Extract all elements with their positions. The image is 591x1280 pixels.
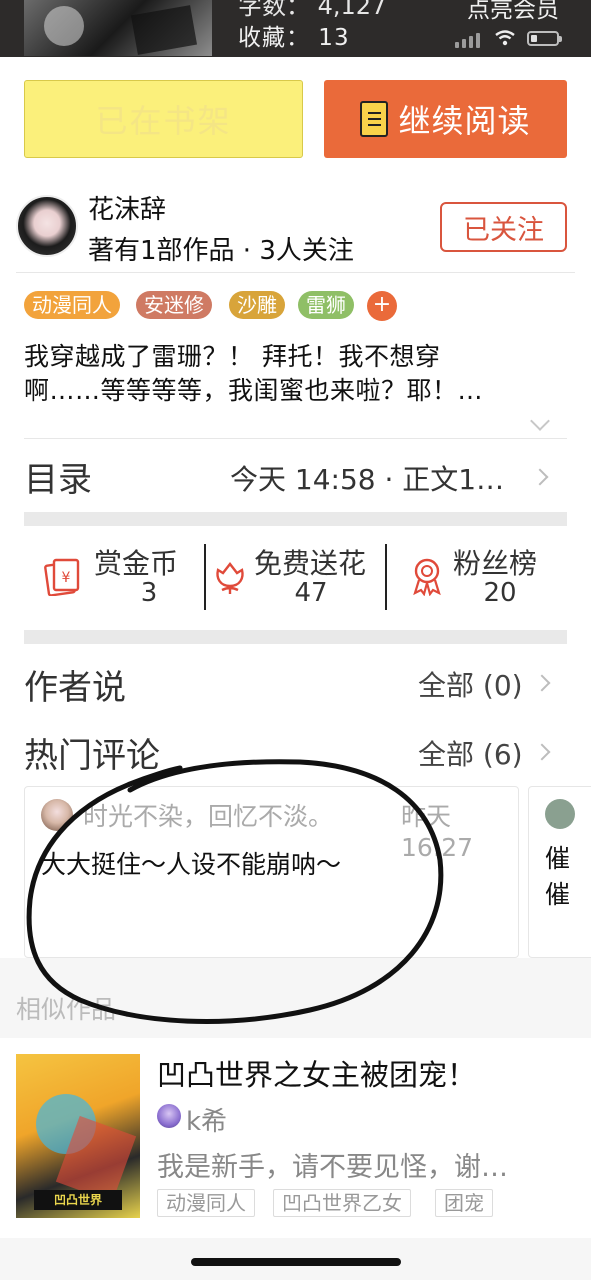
comment-card[interactable]: 时光不染，回忆不淡。 昨天 16:27 大大挺住～人设不能崩呐～ — [24, 786, 519, 958]
author-says-title[interactable]: 作者说 — [24, 660, 126, 709]
book-cover-thumbnail[interactable] — [24, 0, 212, 56]
author-avatar[interactable] — [16, 195, 78, 257]
author-name[interactable]: 花沫辞 — [88, 189, 166, 226]
similar-tag[interactable]: 团宠 — [435, 1189, 493, 1217]
signal-bar — [476, 33, 480, 48]
similar-tag[interactable]: 凹凸世界乙女 — [273, 1189, 411, 1217]
stat-divider — [385, 544, 387, 610]
author-info: 著有1部作品 · 3人关注 — [88, 236, 354, 266]
book-header: 字数： 4,127 收藏： 13 点亮会员 — [0, 0, 591, 57]
summary-line: 啊……等等等等，我闺蜜也来啦？耶！… — [24, 376, 484, 405]
commenter-avatar[interactable] — [545, 799, 575, 829]
in-bookshelf-label: 已在书架 — [95, 102, 232, 140]
favorites-count: 收藏： 13 — [238, 25, 350, 51]
following-button[interactable]: 已关注 — [440, 202, 567, 252]
commenter-avatar[interactable] — [41, 799, 73, 831]
author-says-all-link[interactable]: 全部 (0) — [418, 664, 523, 704]
svg-text:¥: ¥ — [62, 570, 71, 586]
chevron-right-icon[interactable] — [533, 743, 551, 761]
section-separator — [24, 630, 567, 644]
stat-label: 赏金币 — [94, 547, 179, 580]
similar-book-cover[interactable]: 凹凸世界 — [16, 1054, 140, 1218]
signal-bar — [469, 36, 473, 48]
home-indicator[interactable] — [191, 1258, 401, 1266]
book-summary[interactable]: 我穿越成了雷珊？！ 拜托！我不想穿 啊……等等等等，我闺蜜也来啦？耶！… — [24, 340, 569, 408]
comment-time: 昨天 16:27 — [401, 802, 474, 862]
reward-coins-stat[interactable]: ¥ 赏金币 3 — [28, 540, 210, 610]
comment-text: 催 — [545, 880, 571, 909]
flower-icon — [216, 562, 244, 594]
chevron-right-icon[interactable] — [533, 674, 551, 692]
comment-text: 催 — [545, 844, 571, 873]
section-separator — [24, 512, 567, 526]
tag-chip[interactable]: 雷狮 — [298, 291, 354, 319]
comment-card[interactable]: 催 催 — [528, 786, 591, 958]
stat-value: 47 — [294, 578, 328, 608]
similar-book-description: 我是新手，请不要见怪，谢… — [157, 1152, 508, 1183]
summary-line: 我穿越成了雷珊？！ 拜托！我不想穿 — [24, 342, 441, 371]
catalog-title[interactable]: 目录 — [24, 452, 92, 501]
divider — [16, 272, 575, 273]
stat-value: 20 — [483, 578, 517, 608]
battery-icon — [527, 31, 562, 46]
stat-value: 3 — [140, 578, 158, 608]
wifi-icon — [495, 30, 515, 46]
send-flowers-stat[interactable]: 免费送花 47 — [196, 540, 378, 610]
stat-label: 粉丝榜 — [453, 547, 538, 580]
status-bar-icons — [455, 28, 565, 48]
continue-reading-button[interactable]: 继续阅读 — [324, 80, 567, 158]
hot-comments-all-link[interactable]: 全部 (6) — [418, 733, 523, 773]
similar-works-title: 相似作品 — [16, 995, 117, 1024]
similar-author-avatar — [157, 1104, 181, 1128]
stat-label: 免费送花 — [254, 547, 367, 580]
red-envelope-icon: ¥ — [44, 558, 80, 596]
latest-chapter[interactable]: 今天 14:58 · 正文1… — [230, 458, 530, 498]
expand-summary-chevron-icon[interactable] — [530, 411, 550, 431]
commenter-name[interactable]: 时光不染，回忆不淡。 — [83, 797, 333, 833]
signal-bar — [462, 39, 466, 48]
in-bookshelf-button[interactable]: 已在书架 — [24, 80, 303, 158]
similar-book-title[interactable]: 凹凸世界之女主被团宠！ — [157, 1052, 476, 1094]
add-tag-button[interactable]: + — [367, 291, 397, 321]
chevron-right-icon[interactable] — [531, 468, 549, 486]
hot-comments-title[interactable]: 热门评论 — [24, 728, 160, 777]
similar-book-author[interactable]: k希 — [186, 1101, 227, 1138]
cover-logo: 凹凸世界 — [34, 1190, 122, 1210]
book-icon — [360, 101, 389, 137]
tag-chip[interactable]: 沙雕 — [229, 291, 285, 319]
similar-tag[interactable]: 动漫同人 — [157, 1189, 255, 1217]
signal-bar — [455, 42, 459, 48]
fan-ranking-stat[interactable]: 粉丝榜 20 — [393, 540, 575, 610]
tag-chip[interactable]: 安迷修 — [136, 291, 212, 319]
vip-link[interactable]: 点亮会员 — [467, 0, 559, 24]
divider — [24, 438, 567, 439]
comment-text: 大大挺住～人设不能崩呐～ — [41, 850, 342, 879]
tag-chip[interactable]: 动漫同人 — [24, 291, 120, 319]
continue-reading-label: 继续阅读 — [398, 102, 531, 140]
medal-icon — [413, 558, 441, 596]
